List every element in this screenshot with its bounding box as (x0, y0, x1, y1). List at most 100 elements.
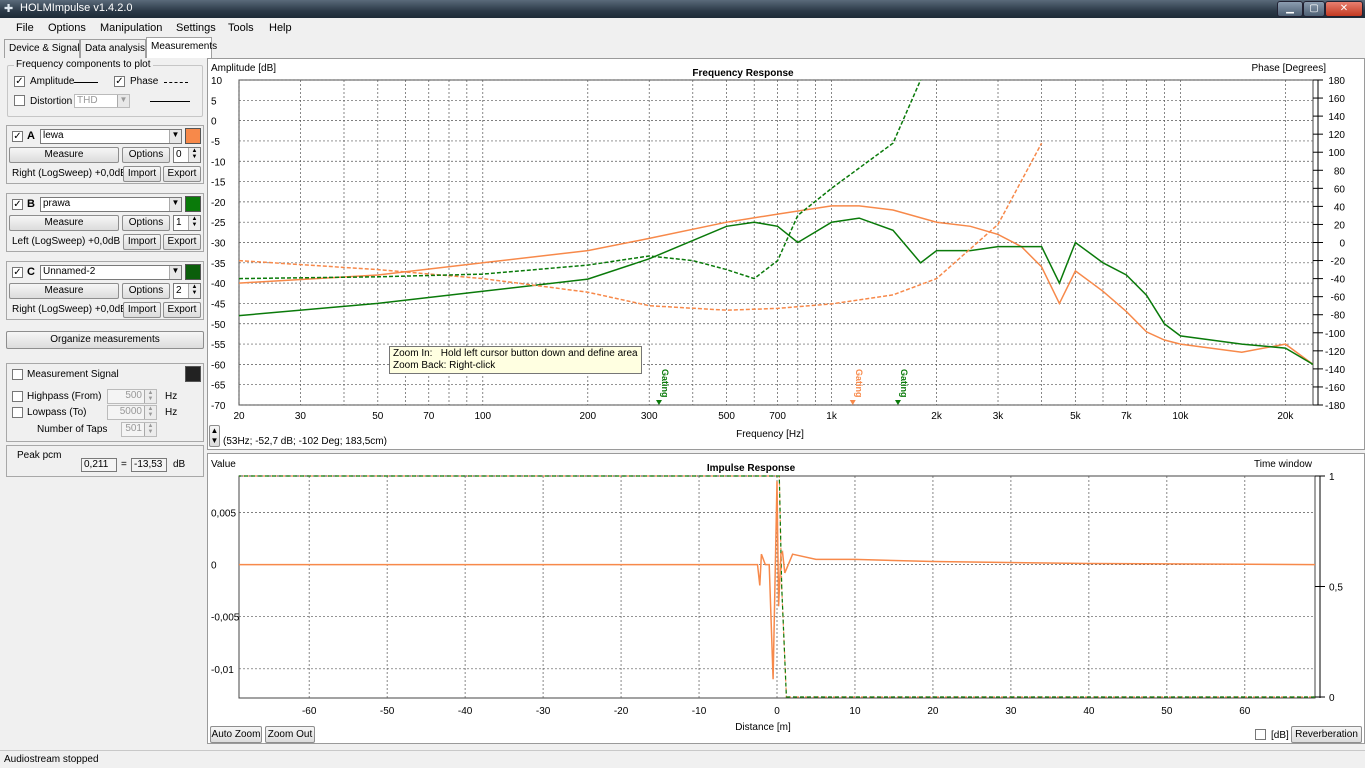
freq-y-tick-label: -30 (211, 239, 226, 250)
freq-y2-tick-label: -60 (1331, 293, 1346, 304)
imp-x-tick-label: 40 (1083, 706, 1095, 717)
lowpass-label: Lowpass (To) (27, 407, 87, 418)
measurement-c-measure-button[interactable]: Measure (9, 283, 119, 299)
minimize-button[interactable]: ▁ (1277, 1, 1303, 17)
organize-measurements-button[interactable]: Organize measurements (6, 331, 204, 349)
freq-y-tick-label: -50 (211, 320, 226, 331)
freq-y-tick-label: -55 (211, 340, 226, 351)
distortion-line-sample (150, 101, 190, 102)
menu-options[interactable]: Options (48, 22, 86, 34)
freq-y2-tick-label: 180 (1328, 76, 1345, 87)
measurement-c-options-button[interactable]: Options (122, 283, 170, 299)
tab-data-analysis[interactable]: Data analysis (80, 39, 146, 58)
chevron-down-icon: ▼ (169, 266, 181, 279)
tab-measurements[interactable]: Measurements (146, 37, 217, 58)
menu-tools[interactable]: Tools (228, 22, 254, 34)
spinner-arrows-icon: ▲ ▼ (144, 406, 156, 419)
measurement-b-export-button[interactable]: Export (163, 234, 201, 250)
measurement-b-letter: B (27, 198, 35, 210)
freq-y-tick-label: 10 (211, 76, 223, 87)
measurement-c-count-spinner[interactable]: 2 ▲ ▼ (173, 283, 201, 299)
frequency-response-panel[interactable]: 10 5 0 -5 -10 -15 -20 -25 -30 -35 -40 -45 -50 -55 -60-… (207, 58, 1365, 450)
freq-x-tick-label: 2k (931, 411, 943, 422)
highpass-spinner[interactable]: 500 ▲ ▼ (107, 389, 157, 404)
measurement-b-name[interactable]: prawa ▼ (40, 197, 182, 212)
frequency-components-title: Frequency components to plot (14, 59, 153, 70)
spinner-arrows-icon: ▲ ▼ (188, 216, 200, 230)
imp-x-tick-label: 30 (1005, 706, 1017, 717)
measurement-a-name[interactable]: lewa ▼ (40, 129, 182, 144)
measurement-a-count-value: 0 (176, 149, 182, 160)
measurement-a-measure-button[interactable]: Measure (9, 147, 119, 163)
reverberation-button[interactable]: Reverberation (1291, 726, 1362, 743)
taps-spinner[interactable]: 501 ▲ ▼ (121, 422, 157, 437)
lowpass-checkbox[interactable] (12, 407, 23, 418)
measurement-b-checkbox[interactable]: ✓ (12, 199, 23, 210)
measurement-c-name[interactable]: Unnamed-2 ▼ (40, 265, 182, 280)
measurement-signal-color-swatch[interactable] (185, 366, 201, 382)
freq-y2-tick-label: -120 (1325, 347, 1345, 358)
frequency-response-chart[interactable]: 1050-5-10-15-20-25-30-35-40-45-50-55-60-… (208, 59, 1364, 449)
imp-title: Impulse Response (707, 463, 796, 474)
freq-x-tick-label: 700 (769, 411, 786, 422)
maximize-button[interactable]: ▢ (1303, 1, 1325, 17)
menu-manipulation[interactable]: Manipulation (100, 22, 162, 34)
distortion-select[interactable]: THD ▼ (74, 94, 130, 108)
measurement-a-count-spinner[interactable]: 0 ▲ ▼ (173, 147, 201, 163)
menu-file[interactable]: File (16, 22, 34, 34)
measurement-c-import-button[interactable]: Import (123, 302, 161, 318)
imp-x-ticks: -60 -50 -40 -30 -20 -10 0 10 20 30 40 50 60 (302, 706, 1251, 717)
menu-settings[interactable]: Settings (176, 22, 216, 34)
measurement-signal-checkbox[interactable] (12, 369, 23, 380)
gating-label: Gating (854, 369, 864, 398)
freq-x-tick-label: 70 (423, 411, 435, 422)
gating-label: Gating (660, 369, 670, 398)
db-checkbox[interactable] (1255, 729, 1266, 740)
freq-y-tick-label: 0 (211, 117, 217, 128)
freq-y-tick-label: 5 (211, 96, 217, 107)
measurement-panel-a: ✓ A lewa ▼ Measure Options 0 ▲ ▼ Right (L… (6, 125, 204, 184)
measurement-a-checkbox[interactable]: ✓ (12, 131, 23, 142)
auto-zoom-button[interactable]: Auto Zoom (210, 726, 262, 743)
menu-help[interactable]: Help (269, 22, 292, 34)
zoom-out-button[interactable]: Zoom Out (265, 726, 315, 743)
measurement-b-options-button[interactable]: Options (122, 215, 170, 231)
measurement-b-import-button[interactable]: Import (123, 234, 161, 250)
impulse-response-chart[interactable]: 0,0050-0,005-0,01 10,50 -60 -50 -40 -30 -20-… (208, 454, 1364, 743)
measurement-b-count-spinner[interactable]: 1 ▲ ▼ (173, 215, 201, 231)
lowpass-spinner[interactable]: 5000 ▲ ▼ (107, 405, 157, 420)
freq-panel-scroll-arrows[interactable]: ▲ ▼ (209, 425, 220, 447)
measurement-c-checkbox[interactable]: ✓ (12, 267, 23, 278)
measurement-c-color-swatch[interactable] (185, 264, 201, 280)
freq-y2label: Phase [Degrees] (1252, 63, 1327, 74)
freq-ylabel: Amplitude [dB] (211, 63, 276, 74)
taps-value: 501 (125, 423, 142, 434)
impulse-response-panel[interactable]: 0,005 0 -0,005 -0,01 1 0,5 0 -60 -50 -40 -30 -20-… (207, 453, 1365, 744)
tab-device-signal[interactable]: Device & Signal (4, 39, 80, 58)
freq-x-ticks: 20 30 50 70 100 200 300 500 700 1k 2k 3k 5k 7k 10k 20k (233, 411, 1294, 422)
phase-checkbox[interactable]: ✓ (114, 76, 125, 87)
measurement-a-import-button[interactable]: Import (123, 166, 161, 182)
measurement-b-color-swatch[interactable] (185, 196, 201, 212)
amplitude-checkbox[interactable]: ✓ (14, 76, 25, 87)
freq-x-tick-label: 50 (372, 411, 384, 422)
lowpass-value: 5000 (119, 406, 142, 417)
measurement-a-export-button[interactable]: Export (163, 166, 201, 182)
freq-y2-tick-label: 120 (1328, 130, 1345, 141)
measurement-c-export-button[interactable]: Export (163, 302, 201, 318)
freq-x-tick-label: 300 (641, 411, 658, 422)
status-bar: Audiostream stopped (0, 750, 1365, 768)
imp-y2label: Time window (1254, 459, 1313, 470)
measurement-c-channel: Right (LogSweep) +0,0dB (12, 304, 127, 315)
highpass-checkbox[interactable] (12, 391, 23, 402)
measurement-b-measure-button[interactable]: Measure (9, 215, 119, 231)
freq-y-tick-label: -60 (211, 360, 226, 371)
imp-x-tick-label: 0 (774, 706, 780, 717)
close-button[interactable]: ✕ (1325, 1, 1363, 17)
freq-y2-tick-label: 100 (1328, 148, 1345, 159)
imp-y2-tick-label: 1 (1329, 472, 1335, 483)
measurement-a-options-button[interactable]: Options (122, 147, 170, 163)
measurement-a-color-swatch[interactable] (185, 128, 201, 144)
distortion-checkbox[interactable] (14, 95, 25, 106)
peak-db-unit: dB (173, 459, 186, 470)
